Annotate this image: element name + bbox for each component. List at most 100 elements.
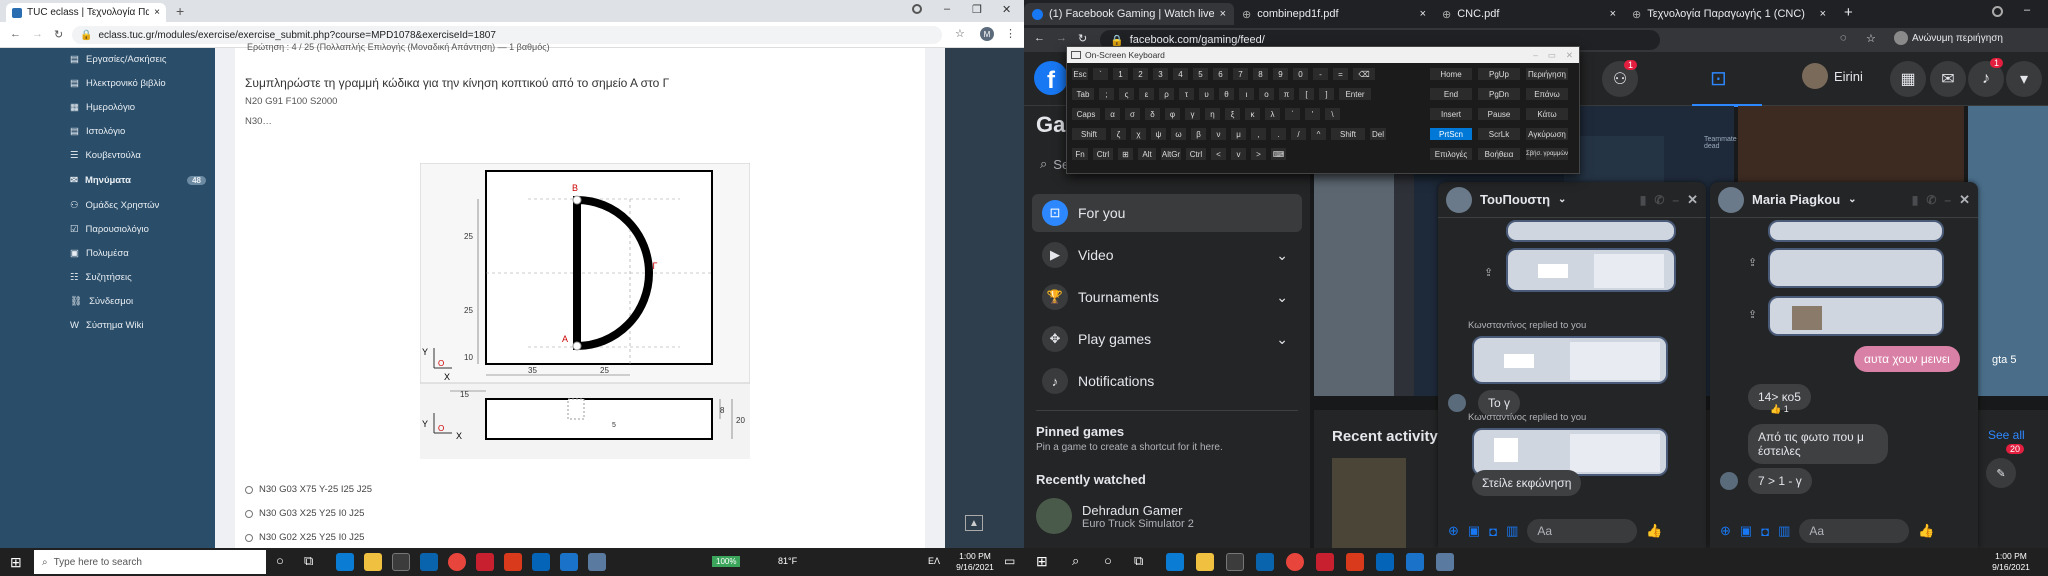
- windows-start-icon[interactable]: ⊞: [1036, 553, 1048, 570]
- minimize-icon[interactable]: –: [944, 3, 950, 15]
- osk-key[interactable]: ς: [1118, 87, 1135, 101]
- osk-key[interactable]: Σβήσ. γραμμών: [1525, 147, 1569, 161]
- back-icon[interactable]: ←: [10, 28, 21, 40]
- osk-key[interactable]: [: [1298, 87, 1315, 101]
- edge-icon[interactable]: [1166, 553, 1184, 571]
- chat-header[interactable]: Maria Piagkou ⌄ ▮ ✆ – ✕: [1710, 182, 1978, 218]
- tab-eclass[interactable]: TUC eclass | Τεχνολογία Παραγω… ×: [6, 3, 166, 22]
- osk-key[interactable]: PrtScn: [1429, 127, 1473, 141]
- osk-key[interactable]: ⌨: [1270, 147, 1287, 161]
- osk-key[interactable]: λ: [1264, 107, 1281, 121]
- chevron-down-icon[interactable]: ⌄: [1276, 289, 1302, 306]
- profile-button[interactable]: Eirini: [1802, 63, 1863, 89]
- image-icon[interactable]: ▣: [1468, 523, 1480, 539]
- osk-key[interactable]: -: [1312, 67, 1329, 81]
- sidebar-item-groups[interactable]: ⚇ Ομάδες Χρηστών: [70, 194, 159, 216]
- sidebar-item-chat[interactable]: ☰ Κουβεντούλα: [70, 144, 141, 166]
- close-icon[interactable]: ×: [1420, 8, 1426, 20]
- image-message[interactable]: [1472, 336, 1668, 384]
- osk-key[interactable]: =: [1332, 67, 1349, 81]
- chrome-icon[interactable]: [448, 553, 466, 571]
- osk-key[interactable]: Enter: [1338, 87, 1372, 101]
- window-close-icon[interactable]: ✕: [1002, 3, 1011, 16]
- osk-key[interactable]: α: [1104, 107, 1121, 121]
- chevron-down-icon[interactable]: ⌄: [1848, 194, 1856, 205]
- share-icon[interactable]: ⇪: [1484, 266, 1493, 279]
- osk-key[interactable]: 2: [1132, 67, 1149, 81]
- close-icon[interactable]: ×: [1220, 8, 1226, 20]
- osk-key[interactable]: μ: [1230, 127, 1247, 141]
- stream-card-3[interactable]: gta 5: [1968, 106, 2048, 396]
- osk-key[interactable]: Alt: [1137, 147, 1157, 161]
- messenger-icon[interactable]: ✉: [1930, 61, 1966, 97]
- sidebar-item-blog[interactable]: ▤ Ιστολόγιο: [70, 120, 125, 142]
- star-icon[interactable]: ☆: [1866, 32, 1876, 45]
- osk-key[interactable]: Επάνω: [1525, 87, 1569, 101]
- osk-key[interactable]: Shift: [1071, 127, 1107, 141]
- osk-key[interactable]: τ: [1178, 87, 1195, 101]
- nav-play-games[interactable]: ✥ Play games ⌄: [1032, 320, 1302, 358]
- radio-icon[interactable]: [245, 533, 253, 542]
- osk-key[interactable]: /: [1290, 127, 1307, 141]
- image-message[interactable]: [1768, 220, 1944, 242]
- osk-key[interactable]: Ctrl: [1185, 147, 1207, 161]
- osk-key[interactable]: ρ: [1158, 87, 1175, 101]
- gif-icon[interactable]: ▥: [1506, 523, 1518, 539]
- outlook-icon[interactable]: [1376, 553, 1394, 571]
- osk-key[interactable]: Pause: [1477, 107, 1521, 121]
- sidebar-item-calendar[interactable]: ▦ Ημερολόγιο: [70, 96, 135, 118]
- osk-key[interactable]: Tab: [1071, 87, 1095, 101]
- sidebar-item-forums[interactable]: ☷ Συζητήσεις: [70, 266, 132, 288]
- osk-key[interactable]: ScrLk: [1477, 127, 1521, 141]
- osk-key[interactable]: Βοήθεια: [1477, 147, 1521, 161]
- osk-key[interactable]: Κάτω: [1525, 107, 1569, 121]
- mail-icon[interactable]: [420, 553, 438, 571]
- minimize-icon[interactable]: –: [1944, 193, 1951, 207]
- message-input[interactable]: Aa: [1799, 519, 1910, 543]
- tab-cnc-course[interactable]: ⊕ Τεχνολογία Παραγωγής 1 (CNC) ×: [1624, 3, 1834, 25]
- clock[interactable]: 1:00 PM 9/16/2021: [1984, 551, 2038, 573]
- chevron-down-icon[interactable]: ⌄: [1276, 247, 1302, 264]
- menu-icon[interactable]: ⋮: [1005, 27, 1016, 40]
- osk-key[interactable]: θ: [1218, 87, 1235, 101]
- osk-key[interactable]: Caps: [1071, 107, 1101, 121]
- image-icon[interactable]: ▣: [1740, 523, 1752, 539]
- osk-key[interactable]: Shift: [1330, 127, 1366, 141]
- osk-key[interactable]: ⌫: [1352, 67, 1376, 81]
- tab-facebook[interactable]: (1) Facebook Gaming | Watch live… ×: [1024, 3, 1234, 25]
- close-icon[interactable]: ✕: [1566, 50, 1579, 61]
- osk-key[interactable]: PgDn: [1477, 87, 1521, 101]
- task-view-icon[interactable]: ⧉: [304, 553, 313, 569]
- menu-grid-icon[interactable]: ▦: [1890, 61, 1926, 97]
- osk-key[interactable]: 8: [1252, 67, 1269, 81]
- media-icon[interactable]: [912, 4, 922, 14]
- osk-key[interactable]: Ctrl: [1092, 147, 1114, 161]
- osk-key[interactable]: ]: [1318, 87, 1335, 101]
- video-icon[interactable]: ▮: [1912, 193, 1919, 207]
- osk-key[interactable]: ξ: [1224, 107, 1241, 121]
- like-icon[interactable]: 👍: [1918, 523, 1934, 539]
- video-icon[interactable]: ▮: [1640, 193, 1647, 207]
- radio-icon[interactable]: [245, 509, 253, 518]
- mcafee-icon[interactable]: [476, 553, 494, 571]
- like-icon[interactable]: 👍: [1646, 523, 1662, 539]
- osk-key[interactable]: 1: [1112, 67, 1129, 81]
- chevron-down-icon[interactable]: ⌄: [1276, 331, 1302, 348]
- radio-icon[interactable]: [245, 485, 253, 494]
- osk-key[interactable]: ': [1304, 107, 1321, 121]
- chrome-icon[interactable]: [1286, 553, 1304, 571]
- gaming-icon[interactable]: ⊡: [1710, 66, 1727, 91]
- osk-key[interactable]: 3: [1152, 67, 1169, 81]
- taskbar-search[interactable]: ⌕ Type here to search: [34, 550, 266, 574]
- nav-video[interactable]: ▶ Video ⌄: [1032, 236, 1302, 274]
- task-view-icon[interactable]: ⧉: [1134, 553, 1143, 569]
- osk-key[interactable]: σ: [1124, 107, 1141, 121]
- search-icon[interactable]: ⌕: [1072, 553, 1079, 569]
- tab-cnc-pdf[interactable]: ⊕ CNC.pdf ×: [1434, 3, 1624, 25]
- image-message[interactable]: [1768, 248, 1944, 288]
- osk-key[interactable]: χ: [1130, 127, 1147, 141]
- osk-key[interactable]: ΄: [1284, 107, 1301, 121]
- minimize-icon[interactable]: –: [1672, 193, 1679, 207]
- osk-key[interactable]: ^: [1310, 127, 1327, 141]
- reload-icon[interactable]: ↻: [54, 28, 63, 41]
